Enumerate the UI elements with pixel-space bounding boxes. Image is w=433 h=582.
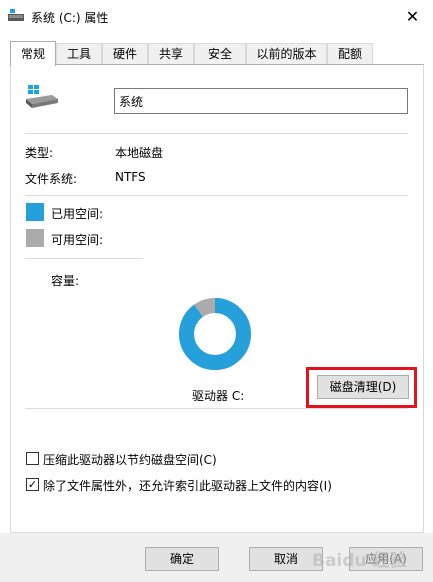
compress-label: 压缩此驱动器以节约磁盘空间(C) bbox=[43, 453, 217, 467]
divider bbox=[25, 195, 408, 196]
drive-letter-label: 驱动器 C: bbox=[192, 389, 245, 403]
used-space-swatch bbox=[26, 203, 44, 221]
divider bbox=[25, 258, 143, 259]
baidu-watermark: Baidu 经验 bbox=[312, 550, 407, 571]
filesystem-label: 文件系统: bbox=[25, 172, 78, 186]
free-space-label: 可用空间: bbox=[51, 233, 104, 247]
used-space-arc bbox=[179, 298, 251, 370]
close-icon: ✕ bbox=[405, 6, 420, 26]
tab-quota[interactable]: 配额 bbox=[327, 43, 373, 64]
window-title: 系统 (C:) 属性 bbox=[31, 11, 109, 25]
free-space-swatch bbox=[26, 229, 44, 247]
close-button[interactable]: ✕ bbox=[392, 0, 433, 32]
watermark-text: Baidu 经验 bbox=[312, 550, 407, 571]
divider bbox=[25, 408, 408, 409]
disk-cleanup-button[interactable]: 磁盘清理(D) bbox=[317, 375, 409, 399]
divider bbox=[25, 133, 408, 134]
capacity-label: 容量: bbox=[51, 274, 80, 288]
type-label: 类型: bbox=[25, 146, 54, 160]
index-checkbox[interactable]: ✓ bbox=[26, 478, 39, 491]
checkmark-icon: ✓ bbox=[27, 478, 38, 491]
type-value: 本地磁盘 bbox=[115, 146, 164, 160]
used-space-label: 已用空间: bbox=[51, 207, 104, 221]
drive-app-icon bbox=[8, 9, 24, 21]
compress-checkbox[interactable] bbox=[26, 452, 39, 465]
ok-button[interactable]: 确定 bbox=[145, 547, 219, 571]
tab-previous-versions[interactable]: 以前的版本 bbox=[246, 43, 327, 64]
filesystem-value: NTFS bbox=[115, 170, 146, 184]
tab-security[interactable]: 安全 bbox=[194, 43, 246, 64]
drive-name-input[interactable] bbox=[114, 88, 408, 114]
tab-strip: 常规 工具 硬件 共享 安全 以前的版本 配额 bbox=[10, 41, 424, 66]
title-bar: 系统 (C:) 属性 ✕ bbox=[0, 0, 433, 32]
tab-sharing[interactable]: 共享 bbox=[148, 43, 194, 64]
tab-hardware[interactable]: 硬件 bbox=[102, 43, 148, 64]
usage-donut-chart bbox=[179, 298, 251, 370]
index-label: 除了文件属性外，还允许索引此驱动器上文件的内容(I) bbox=[43, 479, 332, 493]
tab-tools[interactable]: 工具 bbox=[56, 43, 102, 64]
drive-icon bbox=[26, 85, 58, 108]
tab-general[interactable]: 常规 bbox=[10, 41, 56, 66]
